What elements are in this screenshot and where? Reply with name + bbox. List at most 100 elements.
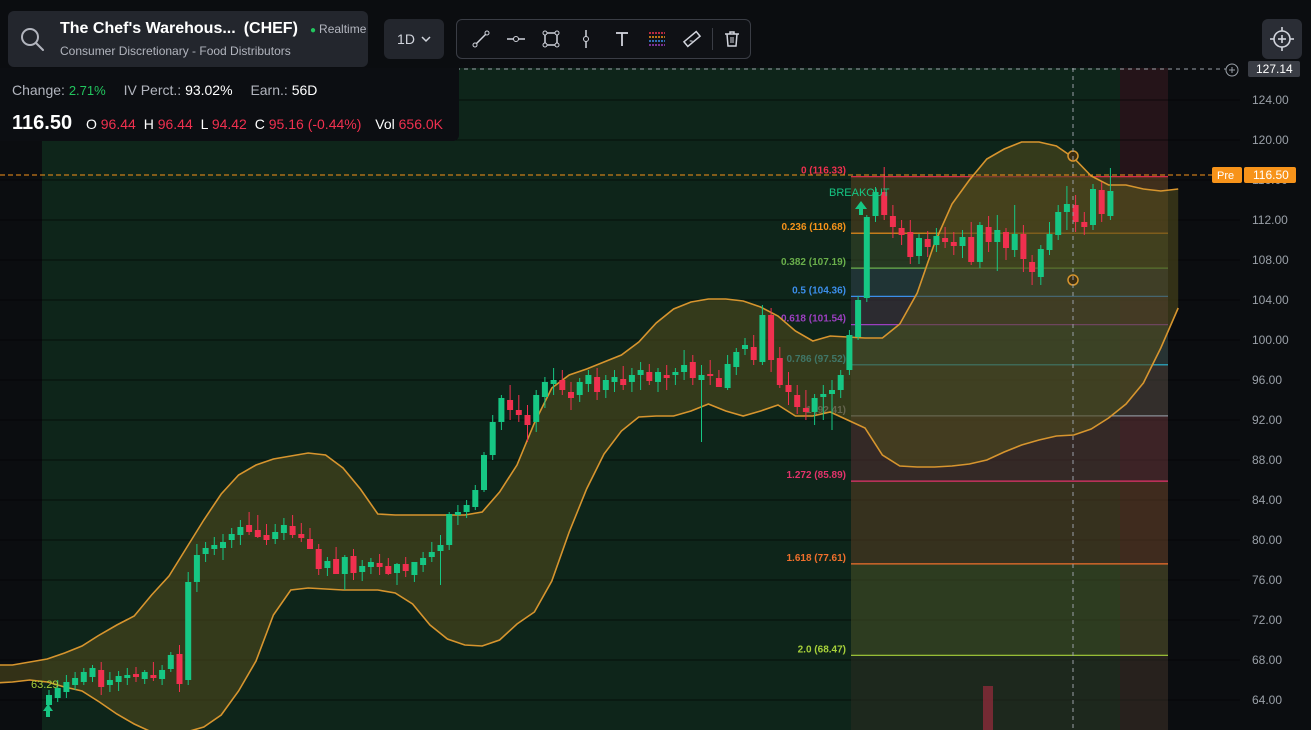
candle-body [124,675,131,678]
trend-line-tool[interactable] [463,20,498,58]
candle-body [568,392,574,398]
high-value: 96.44 [157,116,193,132]
timeframe-selector[interactable]: 1D [384,19,444,59]
candle-body [1011,234,1018,250]
candle-body [576,382,583,395]
candle-body [1029,262,1036,272]
candle-body [289,526,296,535]
rectangle-tool[interactable] [534,20,569,58]
candle-body [637,370,644,375]
candle-body [63,682,70,692]
candle-body [698,375,705,380]
candle-body [733,352,740,367]
candle-body [176,654,183,684]
symbol-search[interactable]: The Chef's Warehous... (CHEF) ● Realtime C… [8,11,368,67]
candle-body [446,514,453,545]
last-price: 116.50 [12,112,73,134]
fib-label: 0.382 (107.19) [781,257,846,268]
candle-body [515,410,522,415]
change-value: 2.71% [68,83,106,98]
candle-body [889,216,896,227]
candle-body [280,525,287,533]
candle-body [98,670,105,687]
open-value: 96.44 [100,116,136,132]
candle-body [907,232,914,257]
candle-body [959,237,966,246]
candle-body [863,217,870,298]
candle-body [837,375,844,390]
candle-body [620,379,627,385]
fibonacci-icon [648,32,665,46]
candle-body [524,415,531,425]
close-label: C [254,116,265,132]
measure-tool[interactable] [675,20,710,58]
candle-body [742,345,748,349]
cursor-price-label: 127.14 [1256,62,1293,76]
candle-body [1003,232,1009,248]
candle-body [559,380,566,390]
candle-body [394,564,400,573]
axis-tick-label: 96.00 [1252,373,1282,387]
candle-body [237,527,244,535]
candle-body [246,525,253,532]
axis-tick-label: 100.00 [1252,333,1289,347]
search-icon [21,28,44,51]
candle-body [533,395,540,422]
candle-body [298,534,305,538]
candle-body [672,372,679,375]
volume-bar [983,686,993,730]
low-label: L [200,116,208,132]
candle-body [141,672,148,679]
realtime-label: Realtime [319,22,367,36]
candle-body [1107,191,1114,216]
low-value: 94.42 [211,116,247,132]
text-tool[interactable] [604,20,639,58]
vertical-line-icon [583,30,590,48]
candle-body [950,242,957,246]
axis-tick-label: 72.00 [1252,613,1282,627]
candle-body [420,558,427,565]
candle-body [829,390,835,394]
symbol-title: The Chef's Warehous... (CHEF) [60,20,298,38]
candle-body [681,365,688,372]
candle-body [1037,249,1044,277]
candle-body [585,375,592,384]
candle-body [254,530,261,537]
candle-body [193,555,200,582]
crosshair-plus-icon [1225,63,1239,77]
fibonacci-tool[interactable] [639,20,674,58]
candle-body [367,562,374,567]
candle-body [489,422,496,455]
horizontal-line-tool[interactable] [498,20,533,58]
candle-body [1090,189,1096,225]
fib-label: 0.618 (101.54) [781,314,846,325]
candle-body [611,377,618,382]
candle-body [159,670,166,679]
candle-body [350,556,357,573]
fib-band [851,481,1168,564]
candle-body [89,668,96,677]
ruler-icon [683,30,702,48]
vertical-line-tool[interactable] [569,20,604,58]
candle-body [785,385,792,392]
fib-label: 0 (116.33) [801,166,846,177]
candle-body [985,227,992,242]
current-price-value: 116.50 [1253,168,1289,182]
candle-body [942,238,949,242]
fib-band [851,563,1168,656]
trend-line-icon [472,30,490,48]
candle-body [411,562,418,575]
add-alert-button[interactable] [1262,19,1302,59]
candle-body [385,566,392,574]
candle-body [507,400,514,410]
earnings-label: Earn.: [250,82,288,98]
high-label: H [143,116,154,132]
candle-body [402,564,409,571]
candle-body [1020,234,1027,259]
axis-tick-label: 84.00 [1252,493,1282,507]
candle-body [1046,234,1053,250]
breakout-label: BREAKOUT [829,187,890,199]
delete-drawings-button[interactable] [715,20,750,58]
axis-tick-label: 120.00 [1252,133,1289,147]
candle-body [550,380,557,384]
